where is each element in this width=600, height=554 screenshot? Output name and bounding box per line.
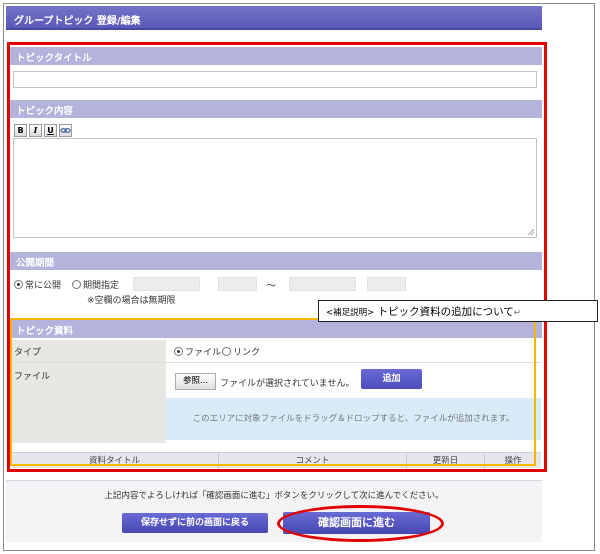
callout-prefix: <補足説明> <box>326 308 375 318</box>
footer: 上記内容でよろしければ「確認画面に進む」ボタンをクリックして次に進んでください。 <box>6 480 542 542</box>
supplement-callout: <補足説明> トピック資料の追加について↵ <box>318 300 598 322</box>
footer-message: 上記内容でよろしければ「確認画面に進む」ボタンをクリックして次に進んでください。 <box>104 491 444 501</box>
page-title: グループトピック 登録/編集 <box>6 6 542 30</box>
callout-text: トピック資料の追加について <box>377 306 514 318</box>
confirm-highlight <box>277 505 444 542</box>
callout-mark: ↵ <box>513 308 521 318</box>
form-highlight <box>7 42 547 472</box>
back-button[interactable]: 保存せずに前の画面に戻る <box>122 513 268 533</box>
